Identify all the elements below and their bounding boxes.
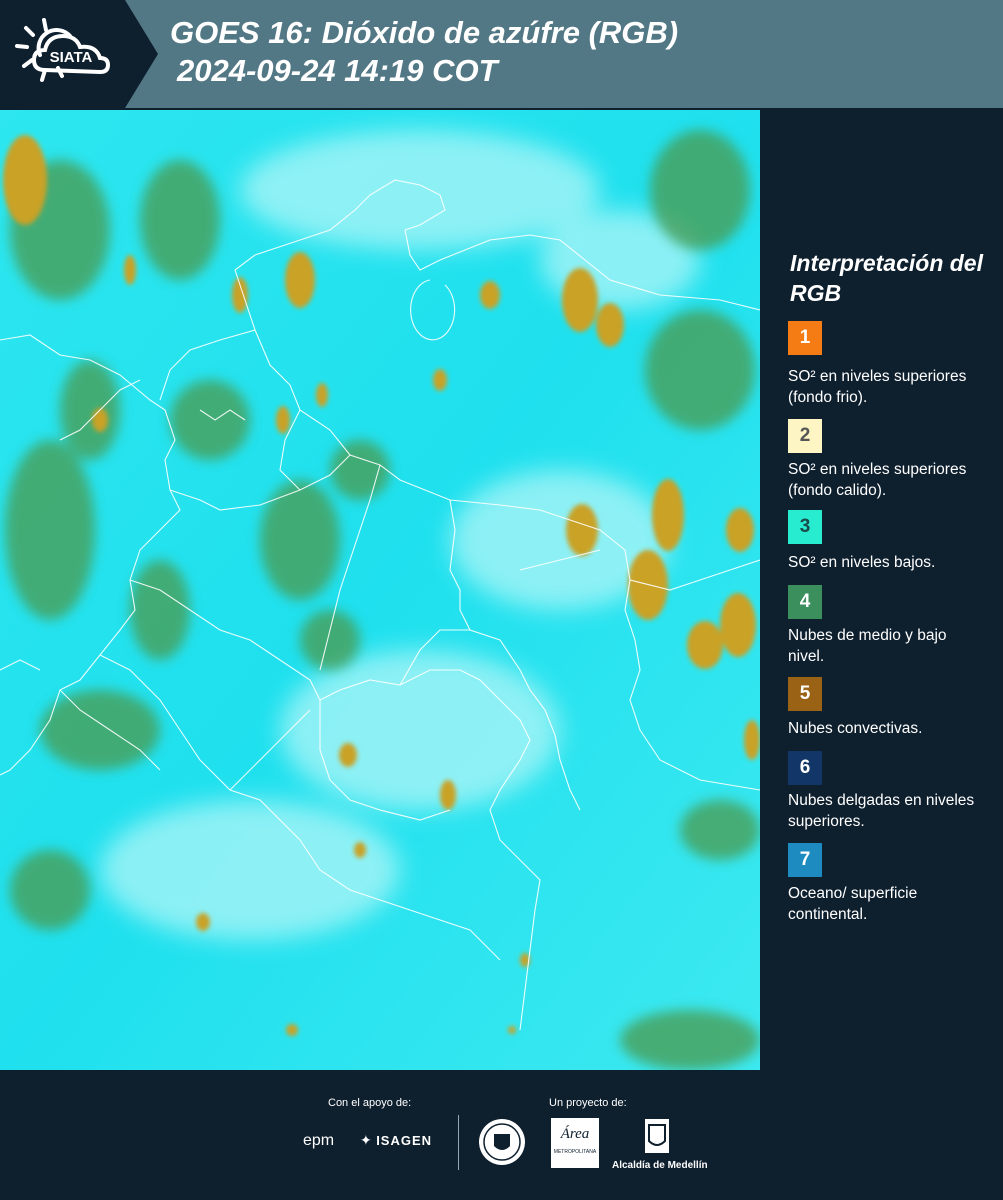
legend-swatch-5: 5 — [788, 677, 822, 711]
legend-swatch-1: 1 — [788, 321, 822, 355]
legend-number-2: 2 — [799, 425, 811, 446]
legend-swatch-3: 3 — [788, 510, 822, 544]
legend-label-5: Nubes convectivas. — [788, 720, 923, 737]
header: SIATA GOES 16: Dióxido de azúfre (RGB) 2… — [0, 0, 1003, 108]
satellite-map — [0, 110, 760, 1070]
support-label: Con el apoyo de: — [328, 1097, 412, 1109]
isagen-logo: ✦ ISAGEN — [360, 1132, 432, 1150]
logo-block: SIATA — [0, 0, 158, 108]
legend-swatch-6: 6 — [788, 751, 822, 785]
area-metropolitana-logo: Área METROPOLITANA — [551, 1118, 599, 1168]
area-text: Área — [560, 1126, 590, 1142]
legend-title: Interpretación del RGB — [790, 250, 983, 306]
medellin-seal-icon — [479, 1119, 525, 1165]
logo-text: SIATA — [50, 49, 93, 66]
legend-label-2: SO² en niveles superiores (fondo calido)… — [788, 461, 967, 499]
legend-panel: Interpretación del RGB 1 SO² en niveles … — [760, 110, 1003, 1070]
isagen-text: ISAGEN — [376, 1133, 433, 1148]
alcaldia-shield-icon — [645, 1119, 669, 1153]
title-line-1: GOES 16: Dióxido de azúfre (RGB) — [170, 15, 679, 50]
legend-number-7: 7 — [799, 849, 811, 870]
alcaldia-label: Alcaldía de Medellín — [612, 1160, 708, 1171]
legend-label-4: Nubes de medio y bajo nivel. — [788, 627, 947, 665]
legend-number-4: 4 — [799, 591, 811, 612]
area-subtext: METROPOLITANA — [553, 1149, 597, 1155]
page-title: GOES 16: Dióxido de azúfre (RGB) 2024-09… — [170, 14, 678, 90]
legend-number-1: 1 — [799, 327, 811, 348]
legend-swatch-2: 2 — [788, 419, 822, 453]
project-label: Un proyecto de: — [549, 1097, 627, 1109]
legend-label-6: Nubes delgadas en niveles superiores. — [788, 792, 975, 830]
legend-swatch-7: 7 — [788, 843, 822, 877]
footer: Con el apoyo de: Un proyecto de: epm ✦ I… — [0, 1070, 1003, 1200]
legend-number-5: 5 — [799, 683, 811, 704]
title-line-2: 2024-09-24 14:19 COT — [177, 53, 498, 88]
epm-logo: epm — [303, 1132, 335, 1149]
legend-label-7: Oceano/ superficie continental. — [788, 885, 918, 923]
legend-swatch-4: 4 — [788, 585, 822, 619]
footer-divider — [458, 1115, 459, 1170]
isagen-icon: ✦ — [360, 1132, 372, 1148]
legend-label-1: SO² en niveles superiores (fondo frio). — [788, 368, 967, 406]
legend-number-6: 6 — [799, 757, 811, 778]
legend-label-3: SO² en niveles bajos. — [788, 554, 936, 571]
legend-number-3: 3 — [799, 516, 811, 537]
